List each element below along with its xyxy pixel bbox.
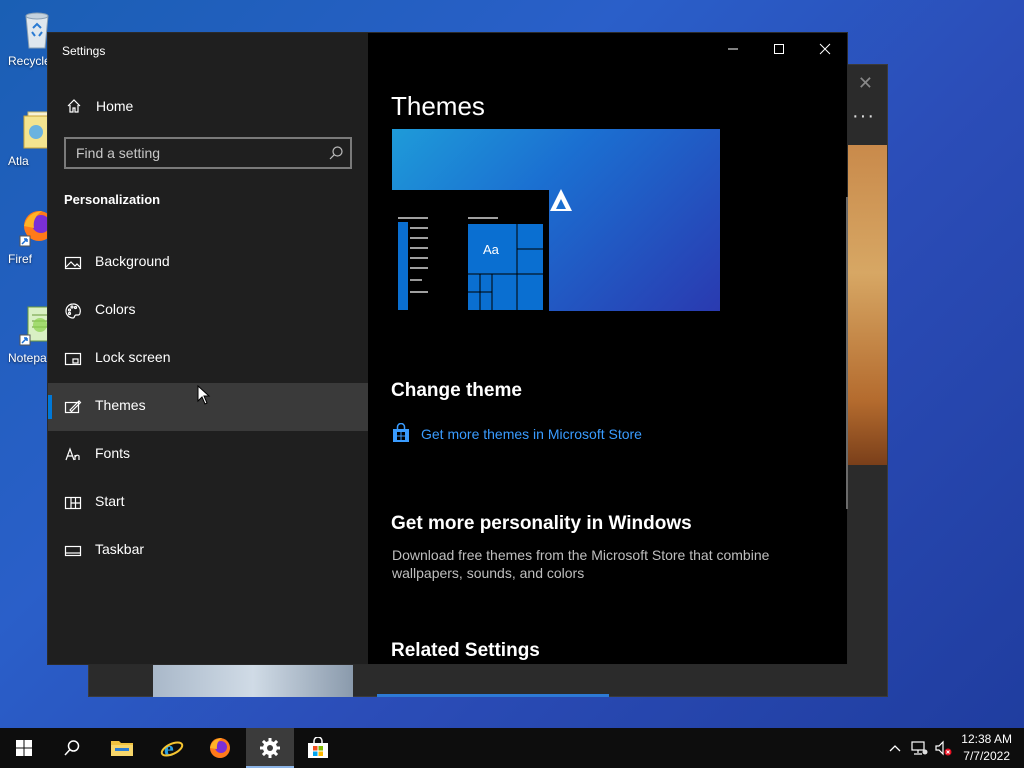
picture-icon — [64, 254, 82, 272]
start-icon — [64, 494, 82, 512]
settings-taskbar-button[interactable] — [246, 728, 294, 768]
preview-start-menu-icon — [398, 217, 543, 310]
window-title: Settings — [62, 44, 106, 58]
content-scrollbar[interactable] — [846, 197, 848, 509]
preview-sample-text: Aa — [483, 242, 499, 257]
lock-screen-icon — [64, 350, 82, 368]
preview-start-panel — [392, 190, 549, 311]
background-window-image — [847, 145, 887, 465]
settings-nav: Background Colors Lock screen Themes Fon… — [48, 239, 368, 575]
windows-logo-icon — [16, 740, 32, 756]
nav-item-label: Themes — [95, 397, 146, 413]
internet-explorer-icon: e — [160, 736, 184, 760]
home-label: Home — [96, 98, 134, 114]
store-link[interactable]: Get more themes in Microsoft Store — [391, 422, 642, 446]
store-bag-icon — [391, 422, 411, 446]
brush-icon — [64, 398, 82, 416]
background-window-thumbnail — [153, 663, 353, 697]
search-input[interactable] — [66, 139, 350, 167]
settings-window: Settings Home Personalization — [47, 32, 848, 665]
start-button[interactable] — [0, 728, 48, 768]
microsoft-store-button[interactable] — [294, 728, 342, 768]
nav-item-lock-screen[interactable]: Lock screen — [48, 335, 368, 383]
clock-date: 7/7/2022 — [963, 749, 1010, 763]
settings-icon — [260, 738, 280, 758]
firefox-button[interactable] — [196, 728, 244, 768]
nav-item-label: Start — [95, 493, 125, 509]
background-window-progress — [377, 694, 609, 697]
settings-sidebar: Settings Home Personalization — [48, 33, 368, 664]
store-link-label: Get more themes in Microsoft Store — [421, 426, 642, 442]
search-button[interactable] — [48, 728, 96, 768]
change-theme-heading: Change theme — [391, 380, 522, 401]
more-options-icon[interactable]: ··· — [852, 105, 875, 128]
close-icon[interactable]: ✕ — [858, 73, 873, 94]
search-icon[interactable] — [328, 145, 344, 161]
nav-item-colors[interactable]: Colors — [48, 287, 368, 335]
network-icon[interactable] — [910, 740, 928, 756]
microsoft-store-icon — [308, 737, 328, 758]
font-icon — [64, 446, 82, 464]
nav-item-label: Colors — [95, 301, 136, 317]
personality-heading: Get more personality in Windows — [391, 513, 692, 534]
settings-content: Themes Aa Change theme Get more themes i… — [368, 33, 849, 664]
home-icon — [66, 98, 82, 114]
search-box[interactable] — [64, 137, 352, 169]
internet-explorer-button[interactable]: e — [148, 728, 196, 768]
nav-item-label: Lock screen — [95, 349, 171, 365]
nav-item-label: Taskbar — [95, 541, 145, 557]
volume-muted-icon[interactable] — [934, 740, 952, 756]
theme-preview[interactable]: Aa — [392, 129, 720, 311]
home-button[interactable]: Home — [48, 91, 368, 123]
nav-item-fonts[interactable]: Fonts — [48, 431, 368, 479]
related-settings-heading: Related Settings — [391, 640, 540, 661]
taskbar-icon — [64, 542, 82, 560]
show-hidden-icons-icon[interactable] — [886, 740, 904, 756]
nav-item-taskbar[interactable]: Taskbar — [48, 527, 368, 575]
file-explorer-button[interactable] — [98, 728, 146, 768]
nav-item-background[interactable]: Background — [48, 239, 368, 287]
clock-time: 12:38 AM — [961, 732, 1012, 746]
taskbar: e 12:38 AM 7/7/2022 — [0, 728, 1024, 768]
page-title: Themes — [391, 91, 485, 121]
palette-icon — [64, 302, 82, 320]
mouse-cursor-icon — [197, 385, 211, 405]
search-icon — [64, 740, 80, 756]
nav-item-start[interactable]: Start — [48, 479, 368, 527]
system-clock[interactable]: 12:38 AM 7/7/2022 — [961, 731, 1012, 765]
nav-item-label: Fonts — [95, 445, 131, 461]
nav-item-label: Background — [95, 253, 170, 269]
file-explorer-icon — [111, 741, 133, 756]
personality-description: Download free themes from the Microsoft … — [392, 547, 770, 581]
section-title: Personalization — [64, 192, 161, 207]
firefox-icon — [210, 738, 230, 758]
preview-window-icon — [550, 189, 572, 211]
